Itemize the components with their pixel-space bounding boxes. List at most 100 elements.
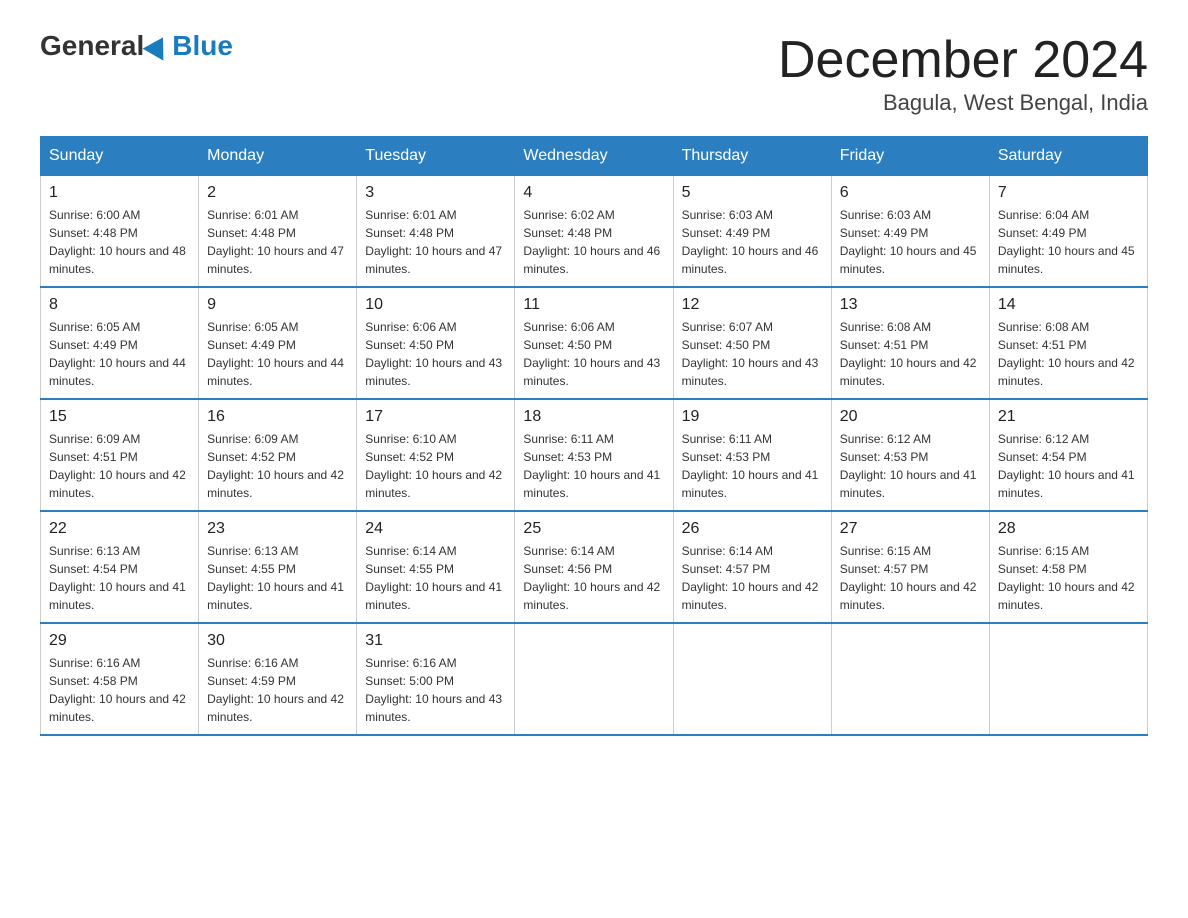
daylight-label: Daylight: 10 hours and 41 minutes.	[998, 468, 1135, 500]
calendar-cell	[831, 623, 989, 735]
calendar-cell: 6 Sunrise: 6:03 AM Sunset: 4:49 PM Dayli…	[831, 176, 989, 288]
day-number: 18	[523, 408, 664, 426]
day-number: 3	[365, 184, 506, 202]
calendar-subtitle: Bagula, West Bengal, India	[778, 90, 1148, 116]
sunrise-label: Sunrise: 6:11 AM	[682, 432, 773, 446]
day-number: 30	[207, 632, 348, 650]
sunrise-label: Sunrise: 6:02 AM	[523, 208, 614, 222]
sunset-label: Sunset: 4:52 PM	[365, 450, 454, 464]
calendar-cell: 3 Sunrise: 6:01 AM Sunset: 4:48 PM Dayli…	[357, 176, 515, 288]
sunrise-label: Sunrise: 6:04 AM	[998, 208, 1089, 222]
sunset-label: Sunset: 4:49 PM	[998, 226, 1087, 240]
day-info: Sunrise: 6:10 AM Sunset: 4:52 PM Dayligh…	[365, 430, 506, 502]
sunrise-label: Sunrise: 6:14 AM	[523, 544, 614, 558]
sunset-label: Sunset: 4:53 PM	[523, 450, 612, 464]
sunset-label: Sunset: 4:51 PM	[840, 338, 929, 352]
day-info: Sunrise: 6:15 AM Sunset: 4:58 PM Dayligh…	[998, 542, 1139, 614]
sunset-label: Sunset: 4:49 PM	[682, 226, 771, 240]
sunrise-label: Sunrise: 6:13 AM	[49, 544, 140, 558]
sunset-label: Sunset: 4:59 PM	[207, 674, 296, 688]
sunrise-label: Sunrise: 6:12 AM	[998, 432, 1089, 446]
daylight-label: Daylight: 10 hours and 44 minutes.	[207, 356, 344, 388]
day-number: 13	[840, 296, 981, 314]
header-saturday: Saturday	[989, 137, 1147, 176]
calendar-cell: 27 Sunrise: 6:15 AM Sunset: 4:57 PM Dayl…	[831, 511, 989, 623]
daylight-label: Daylight: 10 hours and 42 minutes.	[998, 580, 1135, 612]
calendar-cell: 5 Sunrise: 6:03 AM Sunset: 4:49 PM Dayli…	[673, 176, 831, 288]
daylight-label: Daylight: 10 hours and 45 minutes.	[840, 244, 977, 276]
sunrise-label: Sunrise: 6:05 AM	[49, 320, 140, 334]
calendar-cell: 8 Sunrise: 6:05 AM Sunset: 4:49 PM Dayli…	[41, 287, 199, 399]
day-number: 12	[682, 296, 823, 314]
header-thursday: Thursday	[673, 137, 831, 176]
sunset-label: Sunset: 4:55 PM	[207, 562, 296, 576]
sunrise-label: Sunrise: 6:12 AM	[840, 432, 931, 446]
day-number: 21	[998, 408, 1139, 426]
header-row: SundayMondayTuesdayWednesdayThursdayFrid…	[41, 137, 1148, 176]
header-friday: Friday	[831, 137, 989, 176]
logo-blue: Blue	[172, 30, 233, 62]
day-info: Sunrise: 6:11 AM Sunset: 4:53 PM Dayligh…	[682, 430, 823, 502]
header-monday: Monday	[199, 137, 357, 176]
logo-triangle-icon	[143, 31, 174, 60]
day-number: 16	[207, 408, 348, 426]
day-number: 23	[207, 520, 348, 538]
calendar-cell: 31 Sunrise: 6:16 AM Sunset: 5:00 PM Dayl…	[357, 623, 515, 735]
daylight-label: Daylight: 10 hours and 43 minutes.	[365, 356, 502, 388]
day-number: 19	[682, 408, 823, 426]
day-info: Sunrise: 6:05 AM Sunset: 4:49 PM Dayligh…	[207, 318, 348, 390]
sunrise-label: Sunrise: 6:16 AM	[365, 656, 456, 670]
calendar-cell: 23 Sunrise: 6:13 AM Sunset: 4:55 PM Dayl…	[199, 511, 357, 623]
sunrise-label: Sunrise: 6:03 AM	[682, 208, 773, 222]
day-number: 8	[49, 296, 190, 314]
sunrise-label: Sunrise: 6:15 AM	[840, 544, 931, 558]
day-info: Sunrise: 6:16 AM Sunset: 5:00 PM Dayligh…	[365, 654, 506, 726]
day-number: 15	[49, 408, 190, 426]
sunrise-label: Sunrise: 6:09 AM	[207, 432, 298, 446]
daylight-label: Daylight: 10 hours and 47 minutes.	[207, 244, 344, 276]
sunset-label: Sunset: 4:58 PM	[49, 674, 138, 688]
calendar-cell: 16 Sunrise: 6:09 AM Sunset: 4:52 PM Dayl…	[199, 399, 357, 511]
sunset-label: Sunset: 4:52 PM	[207, 450, 296, 464]
sunset-label: Sunset: 4:55 PM	[365, 562, 454, 576]
page-header: General Blue December 2024 Bagula, West …	[40, 30, 1148, 116]
day-info: Sunrise: 6:14 AM Sunset: 4:55 PM Dayligh…	[365, 542, 506, 614]
calendar-cell: 30 Sunrise: 6:16 AM Sunset: 4:59 PM Dayl…	[199, 623, 357, 735]
day-number: 31	[365, 632, 506, 650]
sunset-label: Sunset: 4:54 PM	[49, 562, 138, 576]
day-info: Sunrise: 6:16 AM Sunset: 4:59 PM Dayligh…	[207, 654, 348, 726]
calendar-cell	[989, 623, 1147, 735]
daylight-label: Daylight: 10 hours and 41 minutes.	[523, 468, 660, 500]
sunset-label: Sunset: 4:49 PM	[207, 338, 296, 352]
daylight-label: Daylight: 10 hours and 42 minutes.	[207, 468, 344, 500]
sunset-label: Sunset: 4:49 PM	[840, 226, 929, 240]
sunset-label: Sunset: 4:56 PM	[523, 562, 612, 576]
calendar-week-1: 1 Sunrise: 6:00 AM Sunset: 4:48 PM Dayli…	[41, 176, 1148, 288]
day-number: 9	[207, 296, 348, 314]
calendar-cell: 21 Sunrise: 6:12 AM Sunset: 4:54 PM Dayl…	[989, 399, 1147, 511]
day-info: Sunrise: 6:09 AM Sunset: 4:51 PM Dayligh…	[49, 430, 190, 502]
day-number: 11	[523, 296, 664, 314]
calendar-cell	[515, 623, 673, 735]
sunset-label: Sunset: 4:51 PM	[49, 450, 138, 464]
day-number: 2	[207, 184, 348, 202]
day-info: Sunrise: 6:14 AM Sunset: 4:57 PM Dayligh…	[682, 542, 823, 614]
header-tuesday: Tuesday	[357, 137, 515, 176]
daylight-label: Daylight: 10 hours and 41 minutes.	[207, 580, 344, 612]
daylight-label: Daylight: 10 hours and 46 minutes.	[682, 244, 819, 276]
sunrise-label: Sunrise: 6:06 AM	[523, 320, 614, 334]
sunrise-label: Sunrise: 6:03 AM	[840, 208, 931, 222]
sunrise-label: Sunrise: 6:08 AM	[998, 320, 1089, 334]
day-number: 14	[998, 296, 1139, 314]
calendar-cell: 12 Sunrise: 6:07 AM Sunset: 4:50 PM Dayl…	[673, 287, 831, 399]
daylight-label: Daylight: 10 hours and 42 minutes.	[49, 692, 186, 724]
calendar-week-2: 8 Sunrise: 6:05 AM Sunset: 4:49 PM Dayli…	[41, 287, 1148, 399]
calendar-cell: 7 Sunrise: 6:04 AM Sunset: 4:49 PM Dayli…	[989, 176, 1147, 288]
sunset-label: Sunset: 4:48 PM	[207, 226, 296, 240]
day-info: Sunrise: 6:14 AM Sunset: 4:56 PM Dayligh…	[523, 542, 664, 614]
day-info: Sunrise: 6:07 AM Sunset: 4:50 PM Dayligh…	[682, 318, 823, 390]
day-info: Sunrise: 6:01 AM Sunset: 4:48 PM Dayligh…	[365, 206, 506, 278]
day-number: 25	[523, 520, 664, 538]
sunrise-label: Sunrise: 6:01 AM	[365, 208, 456, 222]
daylight-label: Daylight: 10 hours and 43 minutes.	[682, 356, 819, 388]
